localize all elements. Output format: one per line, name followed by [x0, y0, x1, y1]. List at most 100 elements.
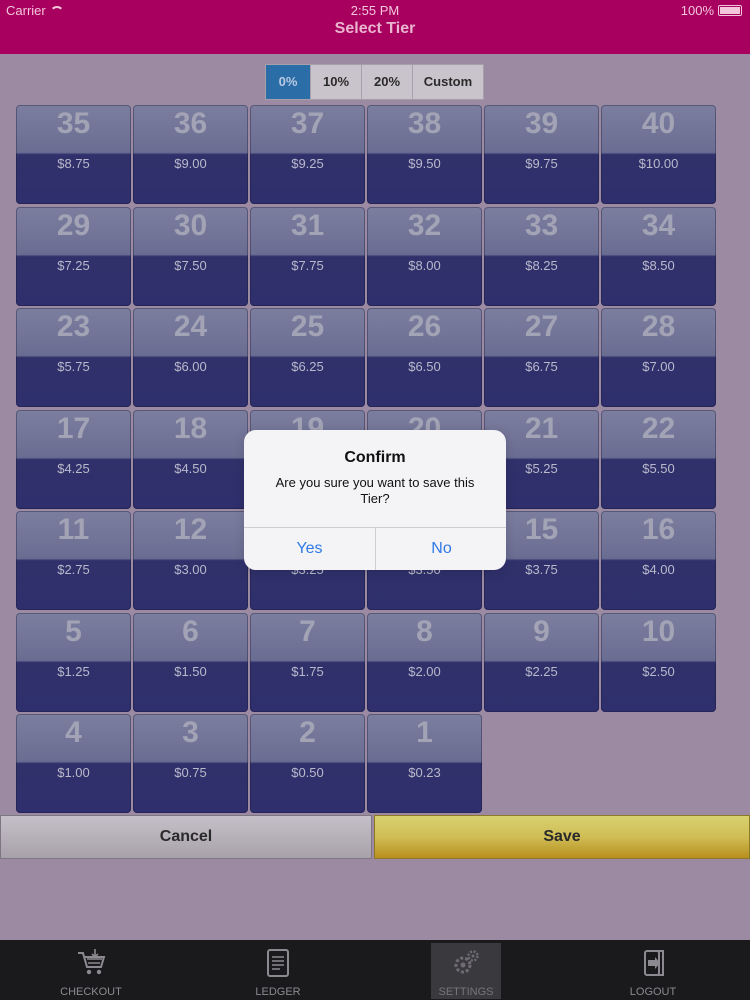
save-button[interactable]: Save: [374, 815, 750, 859]
tier-number: 31: [290, 208, 325, 242]
tier-price: $6.75: [525, 359, 558, 374]
tier-price: $1.75: [291, 663, 324, 679]
gears-icon: [454, 950, 479, 974]
tier-tile[interactable]: 9 $2.25: [484, 612, 599, 712]
tab-checkout[interactable]: CHECKOUT: [56, 943, 126, 999]
dialog-yes-button[interactable]: Yes: [244, 528, 375, 570]
tier-number: 9: [533, 614, 550, 648]
tier-tile[interactable]: 26 $6.50: [367, 308, 482, 407]
tier-tile[interactable]: 32 $8.00: [367, 206, 482, 306]
tier-number: 33: [524, 208, 559, 242]
tier-tile[interactable]: 31 $7.75: [250, 206, 365, 306]
tier-number: 4: [65, 716, 82, 749]
tier-number: 36: [173, 107, 208, 140]
segment-custom[interactable]: Custom: [413, 65, 483, 99]
tier-tile[interactable]: 7 $1.75: [250, 612, 365, 712]
tier-tile[interactable]: 10 $2.50: [601, 612, 716, 712]
tier-price: $6.25: [291, 359, 324, 374]
cart-icon: [78, 949, 106, 975]
tier-tile[interactable]: 3 $0.75: [133, 714, 248, 813]
tier-price: $8.25: [525, 257, 558, 273]
tier-number: 37: [290, 107, 325, 140]
segment-10-percent[interactable]: 10%: [311, 65, 362, 99]
segment-20-percent[interactable]: 20%: [362, 65, 413, 99]
tier-number: 38: [407, 107, 442, 140]
tier-price: $2.00: [408, 663, 441, 679]
tier-tile[interactable]: 12 $3.00: [133, 511, 248, 610]
cancel-button[interactable]: Cancel: [0, 815, 372, 859]
tier-tile[interactable]: 35 $8.75: [16, 105, 131, 204]
tier-price: $2.50: [642, 663, 675, 679]
tier-tile[interactable]: 2 $0.50: [250, 714, 365, 813]
tier-tile[interactable]: 37 $9.25: [250, 105, 365, 204]
tier-number: 10: [641, 614, 676, 648]
tier-tile[interactable]: 8 $2.00: [367, 612, 482, 712]
tier-tile[interactable]: 40 $10.00: [601, 105, 716, 204]
tier-number: 1: [416, 716, 433, 749]
tier-number: 7: [299, 614, 316, 648]
tier-price: $7.50: [174, 257, 207, 273]
tab-logout-label: LOGOUT: [629, 986, 677, 998]
tier-tile[interactable]: 1 $0.23: [367, 714, 482, 813]
tip-percent-selector[interactable]: 0% 10% 20% Custom: [265, 64, 484, 100]
tier-tile[interactable]: 6 $1.50: [133, 612, 248, 712]
tier-price: $9.75: [525, 156, 558, 171]
tier-tile[interactable]: 29 $7.25: [16, 206, 131, 306]
tier-number: 6: [182, 614, 199, 648]
tier-number: 27: [524, 310, 559, 343]
tier-price: $7.00: [642, 359, 675, 374]
tier-number: 24: [173, 310, 208, 343]
tier-price: $2.25: [525, 663, 558, 679]
tier-tile[interactable]: 30 $7.50: [133, 206, 248, 306]
tier-tile[interactable]: 27 $6.75: [484, 308, 599, 407]
logout-icon: [644, 950, 664, 976]
tier-tile[interactable]: 34 $8.50: [601, 206, 716, 306]
tier-price: $4.25: [57, 460, 90, 476]
tier-price: $9.00: [174, 156, 207, 171]
dialog-no-button[interactable]: No: [376, 528, 506, 570]
tier-tile[interactable]: 33 $8.25: [484, 206, 599, 306]
dialog-title: Confirm: [344, 449, 406, 466]
tier-price: $2.75: [57, 562, 90, 577]
tab-ledger[interactable]: LEDGER: [243, 943, 313, 999]
tab-settings[interactable]: SETTINGS: [431, 943, 501, 999]
tier-price: $5.50: [642, 460, 675, 476]
tier-number: 17: [56, 411, 91, 445]
tier-number: 34: [641, 208, 676, 242]
tier-tile[interactable]: 11 $2.75: [16, 511, 131, 610]
tier-price: $9.50: [408, 156, 441, 171]
tier-tile[interactable]: 17 $4.25: [16, 409, 131, 509]
tier-number: 22: [641, 411, 676, 445]
tier-number: 29: [56, 208, 91, 242]
tier-tile[interactable]: 23 $5.75: [16, 308, 131, 407]
tier-tile[interactable]: 5 $1.25: [16, 612, 131, 712]
tier-tile[interactable]: 24 $6.00: [133, 308, 248, 407]
tier-tile[interactable]: 22 $5.50: [601, 409, 716, 509]
tier-number: 12: [173, 513, 208, 546]
tier-tile[interactable]: 39 $9.75: [484, 105, 599, 204]
status-time: 2:55 PM: [350, 3, 400, 18]
tier-tile[interactable]: 28 $7.00: [601, 308, 716, 407]
tier-number: 2: [299, 716, 316, 749]
tier-tile[interactable]: 38 $9.50: [367, 105, 482, 204]
tier-number: 26: [407, 310, 442, 343]
tier-tile[interactable]: 16 $4.00: [601, 511, 716, 610]
tier-price: $4.50: [174, 460, 207, 476]
tier-tile[interactable]: 18 $4.50: [133, 409, 248, 509]
tier-tile[interactable]: 36 $9.00: [133, 105, 248, 204]
tier-tile[interactable]: 4 $1.00: [16, 714, 131, 813]
tier-price: $7.75: [291, 257, 324, 273]
ledger-icon: [267, 949, 289, 977]
tier-tile[interactable]: 25 $6.25: [250, 308, 365, 407]
tab-bar: CHECKOUT LEDGER SETTINGS LOGOUT: [0, 940, 750, 1000]
tier-price: $6.50: [408, 359, 441, 374]
tier-price: $1.00: [57, 765, 90, 780]
tab-checkout-label: CHECKOUT: [60, 986, 122, 998]
confirm-dialog: Confirm Are you sure you want to save th…: [244, 430, 506, 570]
tier-price: $7.25: [57, 257, 90, 273]
tab-logout[interactable]: LOGOUT: [618, 943, 688, 999]
tier-price: $8.75: [57, 156, 90, 171]
segment-0-percent[interactable]: 0%: [266, 65, 311, 99]
tier-price: $6.00: [174, 359, 207, 374]
top-bar: Carrier 2:55 PM 100% Select Tier: [0, 0, 750, 54]
